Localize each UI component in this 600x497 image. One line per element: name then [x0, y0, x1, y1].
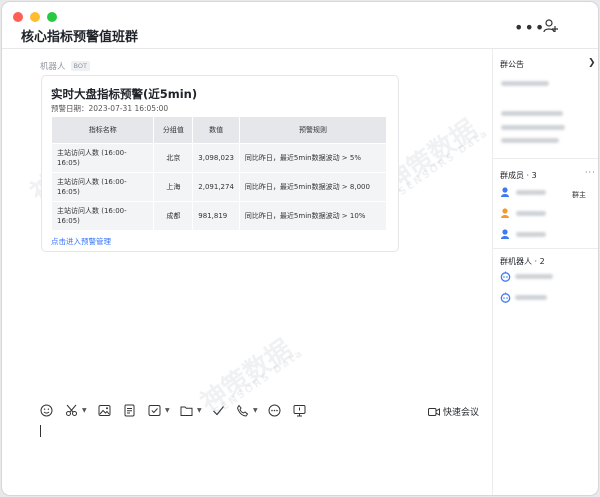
chevron-down-icon[interactable]: ▼: [253, 407, 258, 414]
task-icon[interactable]: [148, 404, 161, 417]
card-date: 预警日期：2023-07-31 16:05:00: [51, 103, 168, 114]
more-options-icon[interactable]: •••: [514, 18, 545, 37]
input-toolbar: ▼ ▼ ▼ ▼ 快速会议: [2, 402, 492, 420]
document-icon[interactable]: [123, 404, 136, 417]
minimize-window-button[interactable]: [30, 12, 40, 22]
chat-title: 核心指标预警值班群: [21, 26, 138, 45]
group-cell: 北京: [154, 144, 193, 173]
emoji-icon[interactable]: [40, 404, 53, 417]
announcement-preview: [501, 125, 565, 130]
value-cell: 3,098,023: [193, 144, 240, 173]
members-title[interactable]: 群成员 · 3: [500, 170, 537, 181]
table-row: 主站访问人数 (16:00-16:05) 成都 981,819 同比昨日，最近5…: [52, 202, 387, 231]
metric-name-cell: 主站访问人数 (16:00-16:05): [52, 144, 154, 173]
close-window-button[interactable]: [13, 12, 23, 22]
sender-name[interactable]: 机器人: [40, 60, 66, 72]
table-header: 数值: [193, 117, 240, 144]
card-title: 实时大盘指标预警(近5min): [51, 86, 197, 102]
user-icon: [500, 207, 512, 219]
announcement-preview: [501, 138, 559, 143]
table-row: 主站访问人数 (16:00-16:05) 上海 2,091,274 同比昨日，最…: [52, 173, 387, 202]
alert-card: 实时大盘指标预警(近5min) 预警日期：2023-07-31 16:05:00…: [41, 75, 399, 252]
alert-table: 指标名称 分组值 数值 预警规则 主站访问人数 (16:00-16:05) 北京…: [51, 116, 387, 231]
group-info-sidebar: 群公告 ❯ 群成员 · 3 ··· 群主 群机器人 · 2: [492, 49, 598, 495]
rule-cell: 同比昨日，最近5min数据波动 > 8,000: [239, 173, 386, 202]
group-cell: 上海: [154, 173, 193, 202]
message-input-cursor[interactable]: [40, 425, 41, 437]
robot-icon: [500, 292, 511, 303]
phone-icon[interactable]: [236, 404, 249, 417]
group-cell: 成都: [154, 202, 193, 231]
announcement-preview: [501, 111, 563, 116]
quick-meeting-label: 快速会议: [443, 405, 479, 418]
user-icon: [500, 186, 512, 198]
chevron-down-icon[interactable]: ▼: [82, 407, 87, 414]
chevron-down-icon[interactable]: ▼: [197, 407, 202, 414]
rule-cell: 同比昨日，最近5min数据波动 > 10%: [239, 202, 386, 231]
table-header: 分组值: [154, 117, 193, 144]
table-row: 主站访问人数 (16:00-16:05) 北京 3,098,023 同比昨日，最…: [52, 144, 387, 173]
maximize-window-button[interactable]: [47, 12, 57, 22]
check-icon[interactable]: [212, 404, 225, 417]
sidebar-divider: [493, 248, 598, 249]
user-icon: [500, 228, 512, 240]
rule-cell: 同比昨日，最近5min数据波动 > 5%: [239, 144, 386, 173]
table-header-row: 指标名称 分组值 数值 预警规则: [52, 117, 387, 144]
bots-title[interactable]: 群机器人 · 2: [500, 256, 545, 267]
more-options-icon[interactable]: ···: [585, 168, 596, 177]
member-item[interactable]: [500, 186, 546, 198]
folder-icon[interactable]: [180, 404, 193, 417]
bot-item[interactable]: [500, 271, 553, 282]
video-icon: [428, 407, 440, 417]
member-item[interactable]: [500, 228, 546, 240]
table-header: 指标名称: [52, 117, 154, 144]
scissors-icon[interactable]: [65, 404, 78, 417]
sidebar-divider: [493, 158, 598, 159]
bot-badge: BOT: [71, 61, 90, 71]
message-sender: 机器人 BOT: [40, 60, 90, 72]
chevron-down-icon[interactable]: ▼: [165, 407, 170, 414]
message-area: 神策数据 神策数据 神策数据 SENSORS Data SENSORS Data…: [2, 49, 492, 397]
more-apps-icon[interactable]: [268, 404, 281, 417]
announcement-title[interactable]: 群公告: [500, 59, 524, 70]
metric-name-cell: 主站访问人数 (16:00-16:05): [52, 202, 154, 231]
chat-window: 核心指标预警值班群 ••• 神策数据 神策数据 神策数据 SENSORS Dat…: [2, 2, 598, 495]
value-cell: 981,819: [193, 202, 240, 231]
metric-name-cell: 主站访问人数 (16:00-16:05): [52, 173, 154, 202]
announcement-preview: [501, 81, 549, 86]
value-cell: 2,091,274: [193, 173, 240, 202]
add-member-icon[interactable]: [543, 18, 559, 38]
image-icon[interactable]: [98, 404, 111, 417]
bot-item[interactable]: [500, 292, 547, 303]
alert-management-link[interactable]: 点击进入预警管理: [51, 236, 111, 247]
screen-share-icon[interactable]: [293, 404, 306, 417]
owner-badge: 群主: [572, 190, 586, 200]
member-item[interactable]: [500, 207, 546, 219]
chevron-right-icon[interactable]: ❯: [588, 58, 596, 68]
robot-icon: [500, 271, 511, 282]
window-controls: [13, 12, 57, 22]
quick-meeting-button[interactable]: 快速会议: [428, 405, 479, 418]
table-header: 预警规则: [239, 117, 386, 144]
